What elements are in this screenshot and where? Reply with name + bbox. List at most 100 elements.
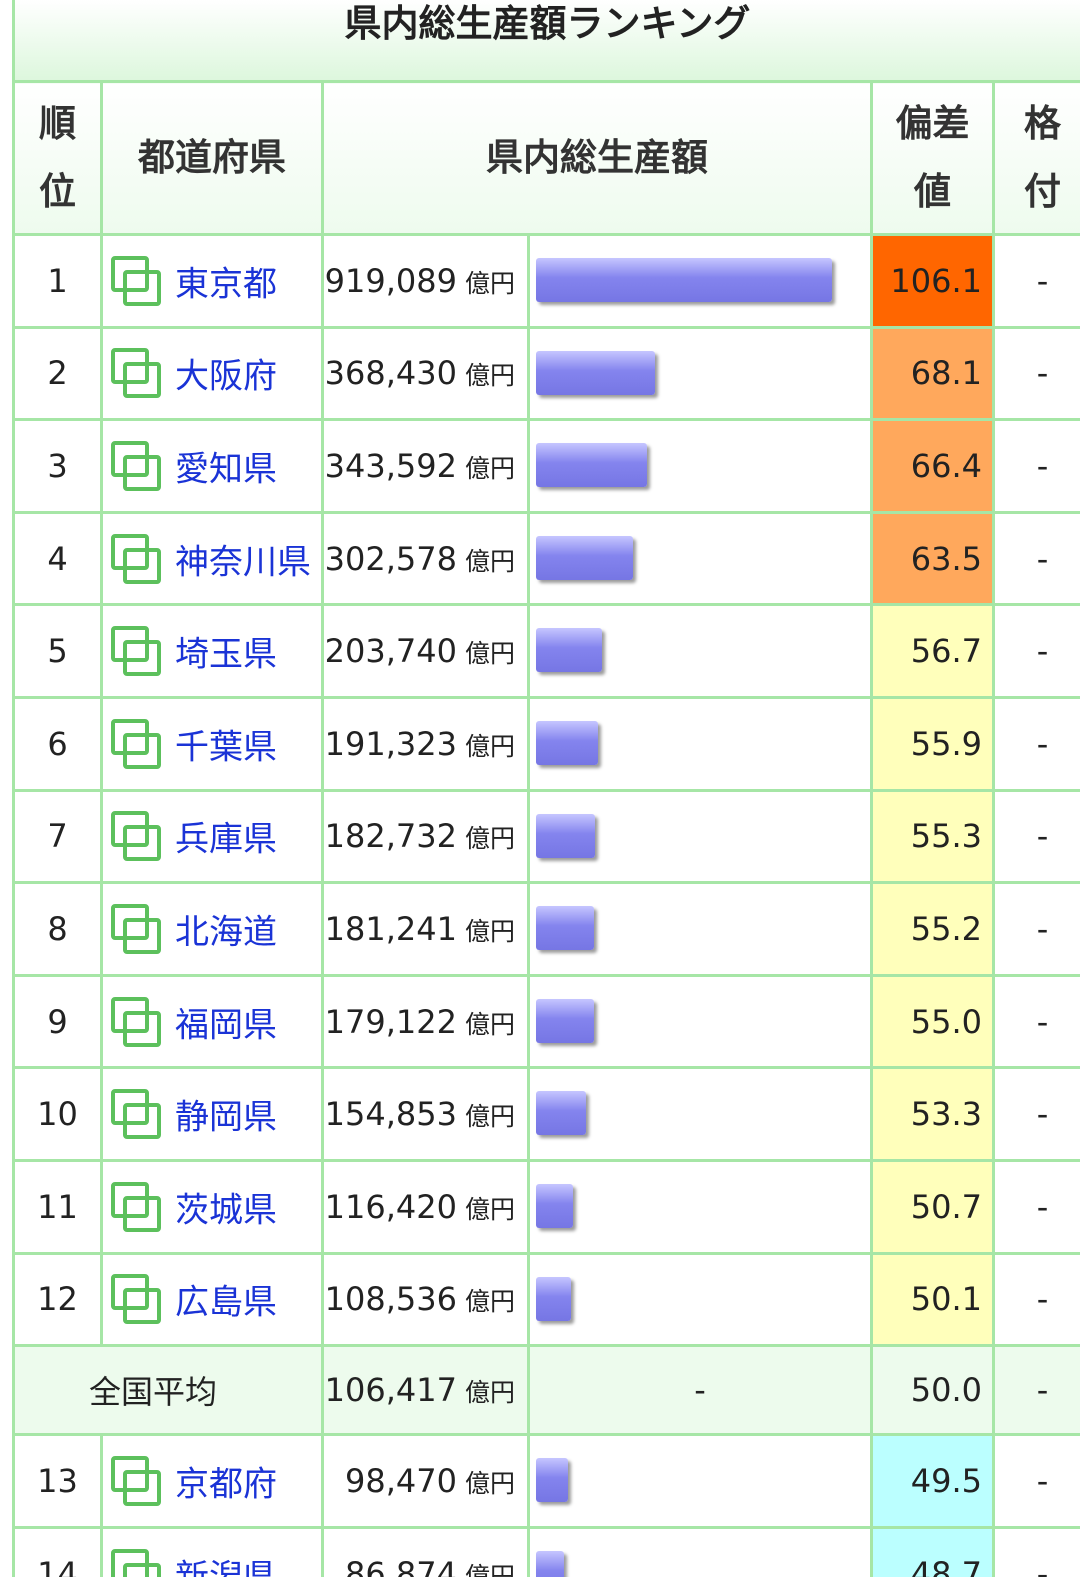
header-rank-label: 順位 <box>39 102 76 213</box>
windows-icon[interactable] <box>109 1087 163 1141</box>
header-rank[interactable]: 順位 <box>12 80 103 236</box>
bar-cell <box>527 695 873 792</box>
prefecture-link[interactable]: 大阪府 <box>175 357 277 397</box>
amount-cell: 179,122 億円 <box>321 973 530 1070</box>
windows-icon[interactable] <box>109 995 163 1049</box>
rank-cell: 8 <box>12 881 103 977</box>
amount-value: 108,536 <box>324 1280 457 1319</box>
deviation-cell: 68.1 <box>870 325 995 422</box>
bar-cell <box>527 1433 873 1529</box>
average-bar-cell: - <box>527 1344 873 1437</box>
windows-icon[interactable] <box>109 809 163 863</box>
prefecture-link[interactable]: 千葉県 <box>175 727 277 767</box>
windows-icon[interactable] <box>109 624 163 678</box>
amount-value: 302,578 <box>324 539 457 578</box>
amount-value: 86,874 <box>345 1554 457 1577</box>
header-prefecture[interactable]: 都道府県 <box>100 80 324 236</box>
bar-cell <box>527 233 873 329</box>
header-deviation-label: 偏差値 <box>895 102 970 213</box>
average-amount: 106,417 <box>324 1371 457 1410</box>
prefecture-link[interactable]: 神奈川県 <box>175 542 311 582</box>
prefecture-link[interactable]: 茨城県 <box>175 1190 277 1230</box>
amount-unit: 億円 <box>464 731 515 761</box>
prefecture-cell: 広島県 <box>100 1251 324 1348</box>
amount-unit: 億円 <box>464 453 515 483</box>
prefecture-link[interactable]: 東京都 <box>175 264 277 304</box>
header-amount[interactable]: 県内総生産額 <box>321 80 873 236</box>
amount-unit: 億円 <box>464 361 515 391</box>
average-row: 全国平均 106,417 億円 - 50.0 - <box>12 1344 1080 1437</box>
prefecture-link[interactable]: 新潟県 <box>175 1557 277 1577</box>
amount-bar <box>536 1550 564 1577</box>
rank-cell: 1 <box>12 233 103 329</box>
amount-cell: 343,592 億円 <box>321 418 530 514</box>
deviation-cell: 48.7 <box>870 1525 995 1577</box>
grade-cell: - <box>992 695 1080 792</box>
windows-icon[interactable] <box>109 1454 163 1508</box>
windows-icon[interactable] <box>109 717 163 771</box>
table-row: 8 北海道 181,241 億円 55.2 - <box>12 881 1080 977</box>
deviation-cell: 50.1 <box>870 1251 995 1348</box>
prefecture-cell: 愛知県 <box>100 418 324 514</box>
header-grade[interactable]: 格付 <box>992 80 1080 236</box>
amount-value: 182,732 <box>324 817 457 856</box>
windows-icon[interactable] <box>109 1180 163 1234</box>
amount-unit: 億円 <box>464 916 515 946</box>
prefecture-link[interactable]: 福岡県 <box>175 1005 277 1045</box>
windows-icon[interactable] <box>109 439 163 493</box>
bar-cell <box>527 1525 873 1577</box>
amount-value: 154,853 <box>324 1095 457 1134</box>
grade-cell: - <box>992 1066 1080 1162</box>
amount-bar <box>536 1458 568 1503</box>
windows-icon[interactable] <box>109 532 163 586</box>
prefecture-link[interactable]: 愛知県 <box>175 449 277 489</box>
amount-value: 116,420 <box>324 1187 457 1226</box>
grade-cell: - <box>992 973 1080 1070</box>
rank-cell: 11 <box>12 1158 103 1255</box>
prefecture-link[interactable]: 埼玉県 <box>175 635 277 675</box>
prefecture-link[interactable]: 静岡県 <box>175 1098 277 1138</box>
prefecture-link[interactable]: 広島県 <box>175 1283 277 1323</box>
bar-cell <box>527 788 873 885</box>
amount-value: 919,089 <box>324 261 457 300</box>
windows-icon[interactable] <box>109 254 163 308</box>
windows-icon[interactable] <box>109 902 163 956</box>
bar-cell <box>527 1251 873 1348</box>
prefecture-link[interactable]: 兵庫県 <box>175 820 277 860</box>
table-row: 5 埼玉県 203,740 億円 56.7 - <box>12 603 1080 699</box>
prefecture-link[interactable]: 京都府 <box>175 1464 277 1504</box>
amount-cell: 86,874 億円 <box>321 1525 530 1577</box>
deviation-cell: 66.4 <box>870 418 995 514</box>
grade-cell: - <box>992 233 1080 329</box>
grade-cell: - <box>992 788 1080 885</box>
prefecture-link[interactable]: 北海道 <box>175 912 277 952</box>
deviation-cell: 63.5 <box>870 510 995 607</box>
rank-cell: 14 <box>12 1525 103 1577</box>
deviation-cell: 53.3 <box>870 1066 995 1162</box>
amount-cell: 108,536 億円 <box>321 1251 530 1348</box>
bar-cell <box>527 1066 873 1162</box>
grade-cell: - <box>992 418 1080 514</box>
rank-cell: 2 <box>12 325 103 422</box>
table-row: 3 愛知県 343,592 億円 66.4 - <box>12 418 1080 514</box>
amount-unit: 億円 <box>464 546 515 576</box>
grade-cell: - <box>992 510 1080 607</box>
windows-icon[interactable] <box>109 346 163 400</box>
deviation-cell: 49.5 <box>870 1433 995 1529</box>
prefecture-cell: 茨城県 <box>100 1158 324 1255</box>
amount-cell: 191,323 億円 <box>321 695 530 792</box>
windows-icon[interactable] <box>109 1547 163 1577</box>
table-row: 4 神奈川県 302,578 億円 63.5 - <box>12 510 1080 607</box>
header-deviation[interactable]: 偏差値 <box>870 80 995 236</box>
bar-cell <box>527 1158 873 1255</box>
amount-bar <box>536 350 655 395</box>
average-amount-cell: 106,417 億円 <box>321 1344 530 1437</box>
prefecture-cell: 静岡県 <box>100 1066 324 1162</box>
prefecture-cell: 神奈川県 <box>100 510 324 607</box>
amount-cell: 302,578 億円 <box>321 510 530 607</box>
amount-unit: 億円 <box>464 824 515 854</box>
windows-icon[interactable] <box>109 1272 163 1326</box>
amount-unit: 億円 <box>464 1009 515 1039</box>
grade-cell: - <box>992 1251 1080 1348</box>
amount-bar <box>536 535 633 580</box>
